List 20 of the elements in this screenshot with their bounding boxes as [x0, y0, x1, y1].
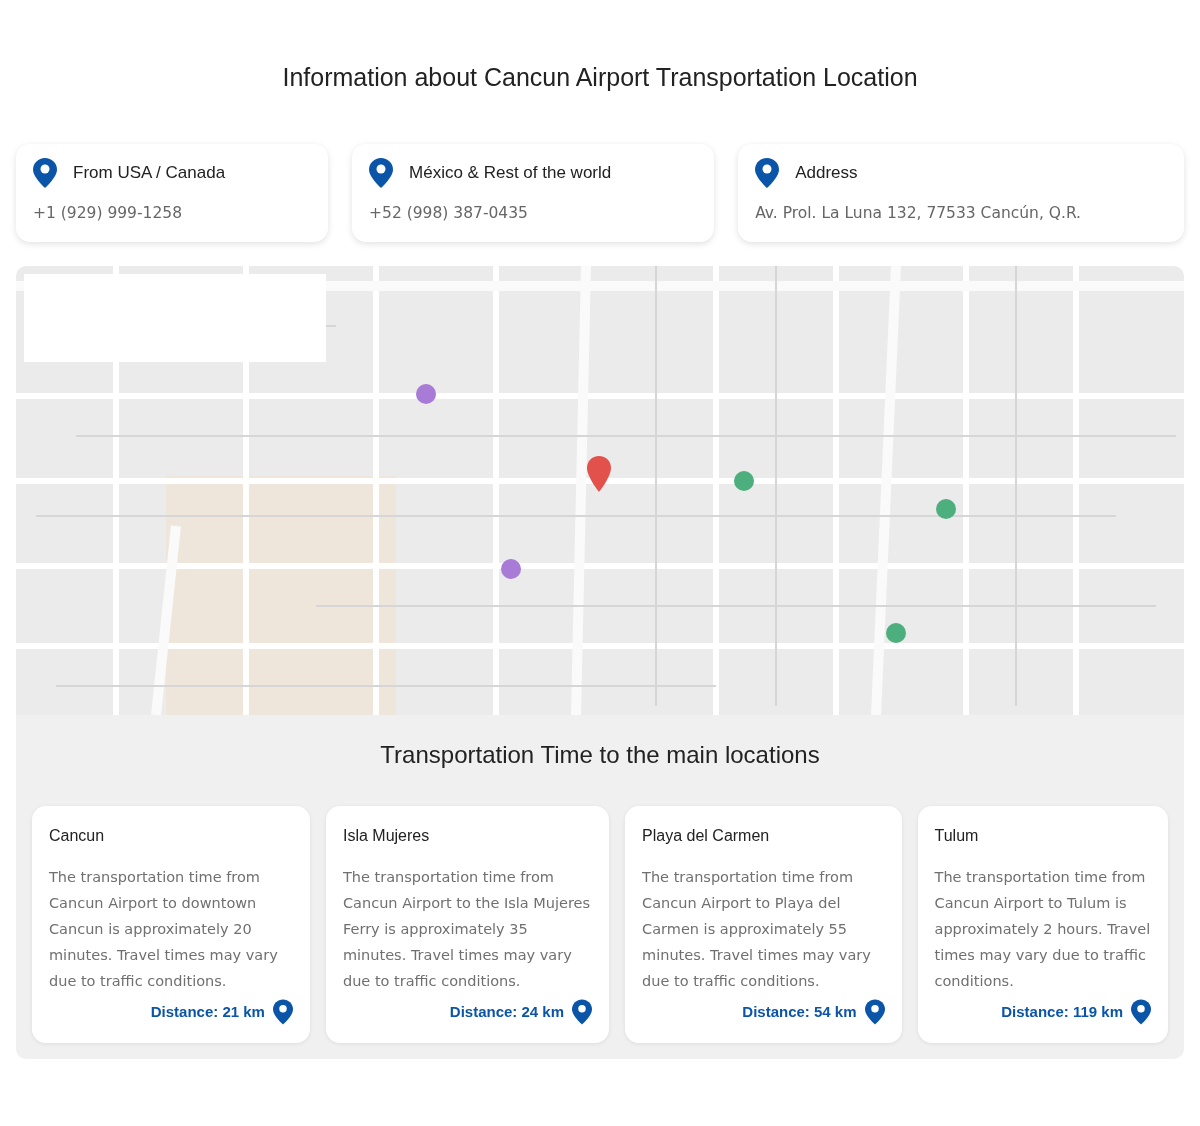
distance-label: Distance: 21 km: [150, 1001, 265, 1022]
page-title: Information about Cancun Airport Transportation Location: [281, 62, 919, 93]
section-title: Transportation Time to the main locations: [379, 741, 821, 770]
card-title: Isla Mujeres: [342, 825, 431, 846]
card-text: The transportation time from Cancun Airport to Playa del Carmen is approximately 55 minutes. Travel times may vary due to traffic conditions.: [642, 867, 872, 991]
card-text: The transportation time from Cancun Airport to Tulum is approximately 2 hours. Travel times may vary due to traffic conditions.: [934, 867, 1151, 991]
card-text: The transportation time from Cancun Airport to downtown Cancun is approximately 20 minutes. Travel times may vary due to traffic conditions.: [49, 867, 279, 991]
contact-value: +52 (998) 387-0435: [369, 203, 529, 224]
card-title: Playa del Carmen: [642, 825, 771, 846]
distance-label: Distance: 119 km: [1001, 1001, 1123, 1022]
distance-label: Distance: 24 km: [449, 1001, 565, 1022]
contact-label: Address: [795, 162, 858, 185]
contact-value: Av. Prol. La Luna 132, 77533 Cancún, Q.R.: [755, 203, 1083, 224]
card-title: Tulum: [934, 825, 980, 846]
contact-value: +1 (929) 999-1258: [33, 203, 183, 224]
card-text: The transportation time from Cancun Airport to the Isla Mujeres Ferry is approximately 35 minutes. Travel times may vary due to traffic conditions.: [342, 867, 592, 991]
distance-label: Distance: 54 km: [742, 1001, 857, 1022]
contact-label: From USA / Canada: [73, 162, 226, 185]
contact-label: México & Rest of the world: [409, 162, 612, 185]
card-title: Cancun: [49, 825, 106, 846]
